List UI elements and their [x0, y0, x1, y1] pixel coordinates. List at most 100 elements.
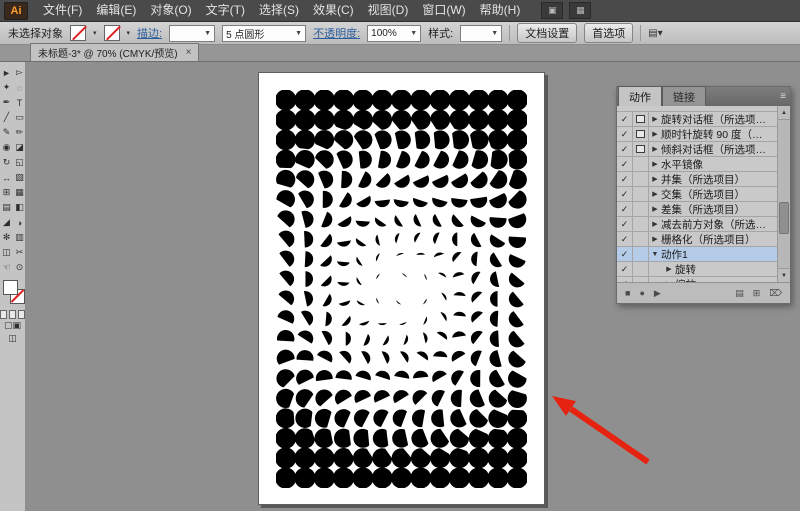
gradient-button[interactable]: [9, 310, 16, 319]
action-row[interactable]: ✓▶减去前方对象（所选…: [617, 217, 777, 232]
dialog-toggle[interactable]: [633, 217, 649, 231]
blob-brush-tool[interactable]: ◉: [0, 140, 13, 155]
toggle-check-icon[interactable]: ✓: [617, 232, 633, 246]
document-tab[interactable]: 未标题-3* @ 70% (CMYK/预览) ×: [30, 43, 199, 61]
paintbrush-tool[interactable]: ✎: [0, 125, 13, 140]
pencil-tool[interactable]: ✏: [13, 125, 26, 140]
color-button[interactable]: [0, 310, 7, 319]
play-button[interactable]: ▶: [654, 289, 661, 298]
collapse-triangle-icon[interactable]: ▼: [649, 251, 661, 258]
toggle-check-icon[interactable]: ✓: [617, 127, 633, 141]
toggle-check-icon[interactable]: ✓: [617, 262, 633, 276]
opacity-combo[interactable]: 100%▼: [367, 25, 421, 42]
preferences-button[interactable]: 首选项: [584, 23, 633, 43]
menu-item[interactable]: 窗口(W): [415, 0, 472, 21]
dialog-toggle[interactable]: [633, 142, 649, 156]
action-row[interactable]: ✓▼动作1: [617, 247, 777, 262]
dialog-toggle[interactable]: [633, 172, 649, 186]
expand-triangle-icon[interactable]: ▶: [649, 220, 661, 228]
action-row[interactable]: ✓▶旋转: [617, 262, 777, 277]
toggle-check-icon[interactable]: ✓: [617, 172, 633, 186]
toggle-check-icon[interactable]: ✓: [617, 247, 633, 261]
dialog-toggle[interactable]: [633, 157, 649, 171]
action-row[interactable]: ✓▶倾斜对话框（所选项…: [617, 142, 777, 157]
direct-selection-tool[interactable]: ▻: [13, 65, 26, 80]
menu-item[interactable]: 文件(F): [36, 0, 89, 21]
action-row[interactable]: ✓▶水平镜像: [617, 157, 777, 172]
new-action-button[interactable]: ⊞: [753, 289, 761, 298]
app-logo-icon[interactable]: Ai: [4, 2, 28, 20]
expand-triangle-icon[interactable]: ▶: [649, 175, 661, 183]
menu-item[interactable]: 文字(T): [199, 0, 252, 21]
toggle-check-icon[interactable]: ✓: [617, 217, 633, 231]
pen-tool[interactable]: ✒: [0, 95, 13, 110]
magic-wand-tool[interactable]: ✦: [0, 80, 13, 95]
delete-button[interactable]: ⌦: [769, 289, 782, 298]
stroke-link[interactable]: 描边:: [137, 25, 162, 41]
action-row[interactable]: ✓▶顺时针旋转 90 度（…: [617, 127, 777, 142]
workspace-switcher-icon[interactable]: ▣: [541, 2, 563, 19]
toggle-check-icon[interactable]: ✓: [617, 157, 633, 171]
artboard-tool[interactable]: ◫: [0, 245, 13, 260]
close-icon[interactable]: ×: [186, 47, 192, 58]
expand-triangle-icon[interactable]: ▶: [649, 235, 661, 243]
scroll-thumb[interactable]: [779, 202, 789, 234]
opacity-link[interactable]: 不透明度:: [313, 25, 360, 41]
gradient-tool[interactable]: ◧: [13, 200, 26, 215]
screen-mode-button[interactable]: ◫: [0, 332, 25, 345]
expand-triangle-icon[interactable]: ▶: [649, 115, 661, 123]
action-row[interactable]: ✓▶旋转对话框（所选项…: [617, 112, 777, 127]
menu-item[interactable]: 效果(C): [306, 0, 361, 21]
expand-triangle-icon[interactable]: ▶: [649, 160, 661, 168]
selection-tool[interactable]: ►: [0, 65, 13, 80]
menu-item[interactable]: 编辑(E): [89, 0, 143, 21]
fill-swatch[interactable]: [70, 25, 86, 41]
action-row[interactable]: ✓▶交集（所选项目）: [617, 187, 777, 202]
width-tool[interactable]: ↔: [0, 170, 13, 185]
tab-links[interactable]: 链接: [662, 86, 706, 106]
expand-triangle-icon[interactable]: ▶: [663, 265, 675, 273]
line-tool[interactable]: ╱: [0, 110, 13, 125]
new-set-button[interactable]: ▤: [735, 289, 744, 298]
stop-button[interactable]: ■: [625, 289, 630, 298]
menu-item[interactable]: 帮助(H): [473, 0, 528, 21]
mesh-tool[interactable]: ▤: [0, 200, 13, 215]
action-row[interactable]: ✓▶栅格化（所选项目）: [617, 232, 777, 247]
lasso-tool[interactable]: ◌: [13, 80, 26, 95]
expand-triangle-icon[interactable]: ▶: [649, 190, 661, 198]
perspective-grid-tool[interactable]: ▦: [13, 185, 26, 200]
eraser-tool[interactable]: ◪: [13, 140, 26, 155]
menu-item[interactable]: 视图(D): [361, 0, 416, 21]
rectangle-tool[interactable]: ▭: [13, 110, 26, 125]
type-tool[interactable]: T: [13, 95, 26, 110]
action-row[interactable]: ✓▶并集（所选项目）: [617, 172, 777, 187]
toggle-check-icon[interactable]: ✓: [617, 202, 633, 216]
toggle-check-icon[interactable]: ✓: [617, 112, 633, 126]
action-row[interactable]: ✓▶差集（所选项目）: [617, 202, 777, 217]
toggle-check-icon[interactable]: ✓: [617, 277, 633, 282]
document-setup-button[interactable]: 文档设置: [517, 23, 577, 43]
zoom-tool[interactable]: ⊙: [13, 260, 26, 275]
fill-swatch-arrow-icon[interactable]: ▾: [93, 29, 97, 37]
fill-color-swatch[interactable]: [3, 280, 18, 295]
none-button[interactable]: [18, 310, 25, 319]
scale-tool[interactable]: ◱: [13, 155, 26, 170]
shape-builder-tool[interactable]: ⊞: [0, 185, 13, 200]
symbol-sprayer-tool[interactable]: ✻: [0, 230, 13, 245]
expand-triangle-icon[interactable]: ▶: [649, 205, 661, 213]
expand-triangle-icon[interactable]: ▶: [649, 130, 661, 138]
tab-actions[interactable]: 动作: [618, 86, 662, 106]
expand-triangle-icon[interactable]: ▶: [649, 145, 661, 153]
dialog-toggle[interactable]: [633, 112, 649, 126]
blend-tool[interactable]: ◑: [13, 215, 26, 230]
brush-definition-combo[interactable]: 5 点圆形▼: [222, 25, 306, 42]
dialog-toggle[interactable]: [633, 277, 649, 282]
arrange-documents-icon[interactable]: ▦: [569, 2, 591, 19]
dialog-toggle[interactable]: [633, 127, 649, 141]
hand-tool[interactable]: ☜: [0, 260, 13, 275]
menu-item[interactable]: 选择(S): [252, 0, 306, 21]
dialog-toggle[interactable]: [633, 202, 649, 216]
dialog-toggle[interactable]: [633, 247, 649, 261]
scrollbar[interactable]: ▲ ▼: [777, 106, 790, 282]
stroke-swatch[interactable]: [104, 25, 120, 41]
